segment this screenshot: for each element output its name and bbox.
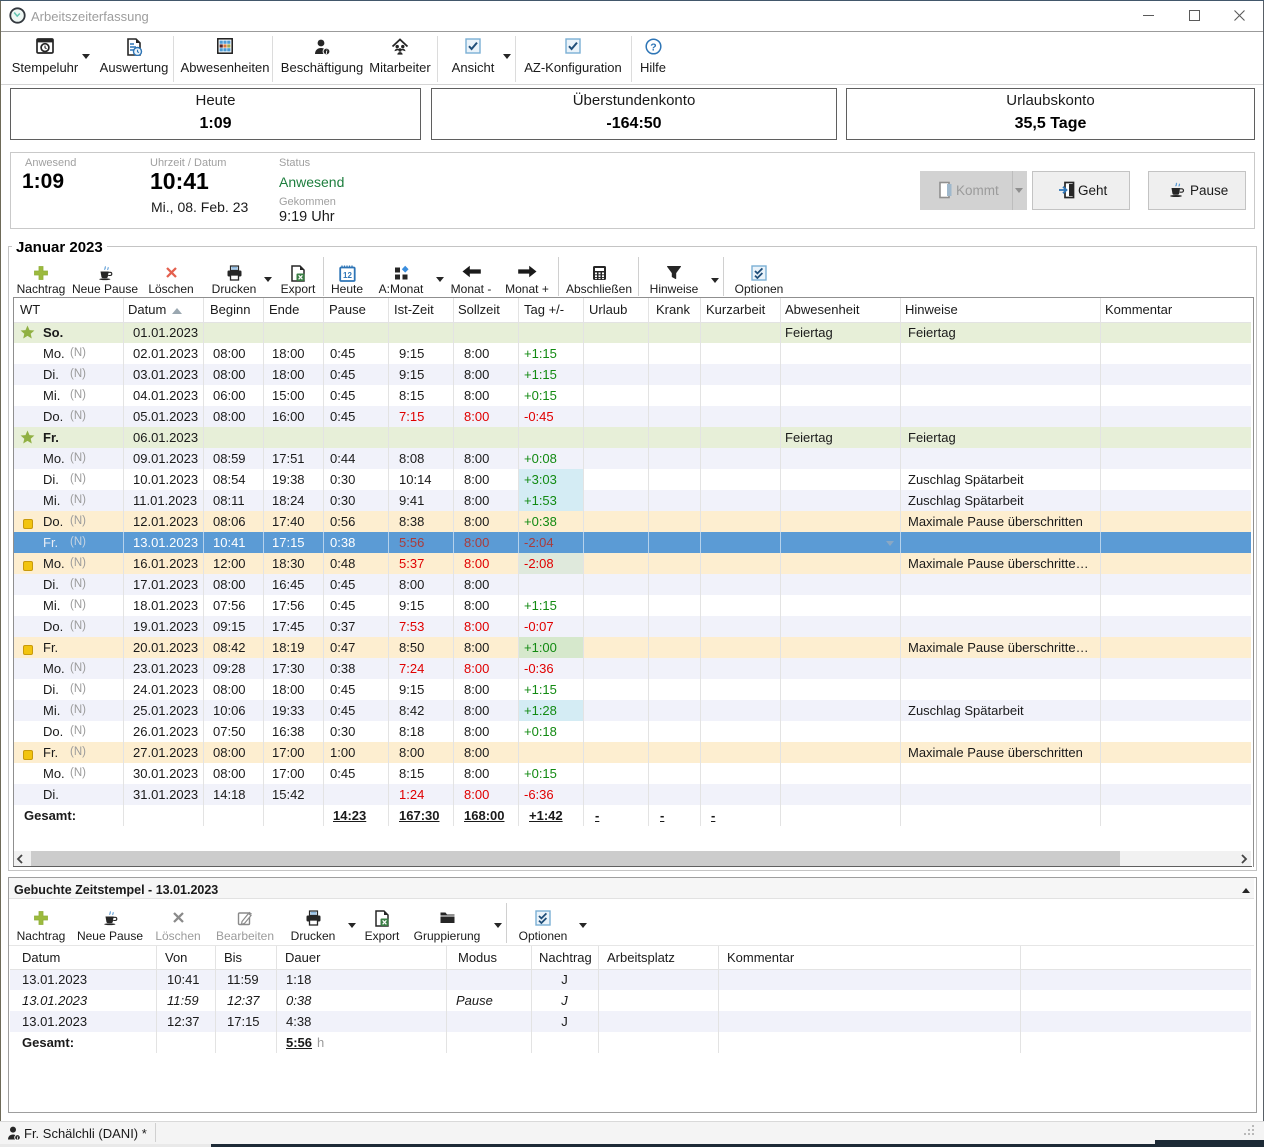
svg-text:i: i bbox=[326, 49, 328, 56]
svg-text:?: ? bbox=[650, 41, 656, 53]
